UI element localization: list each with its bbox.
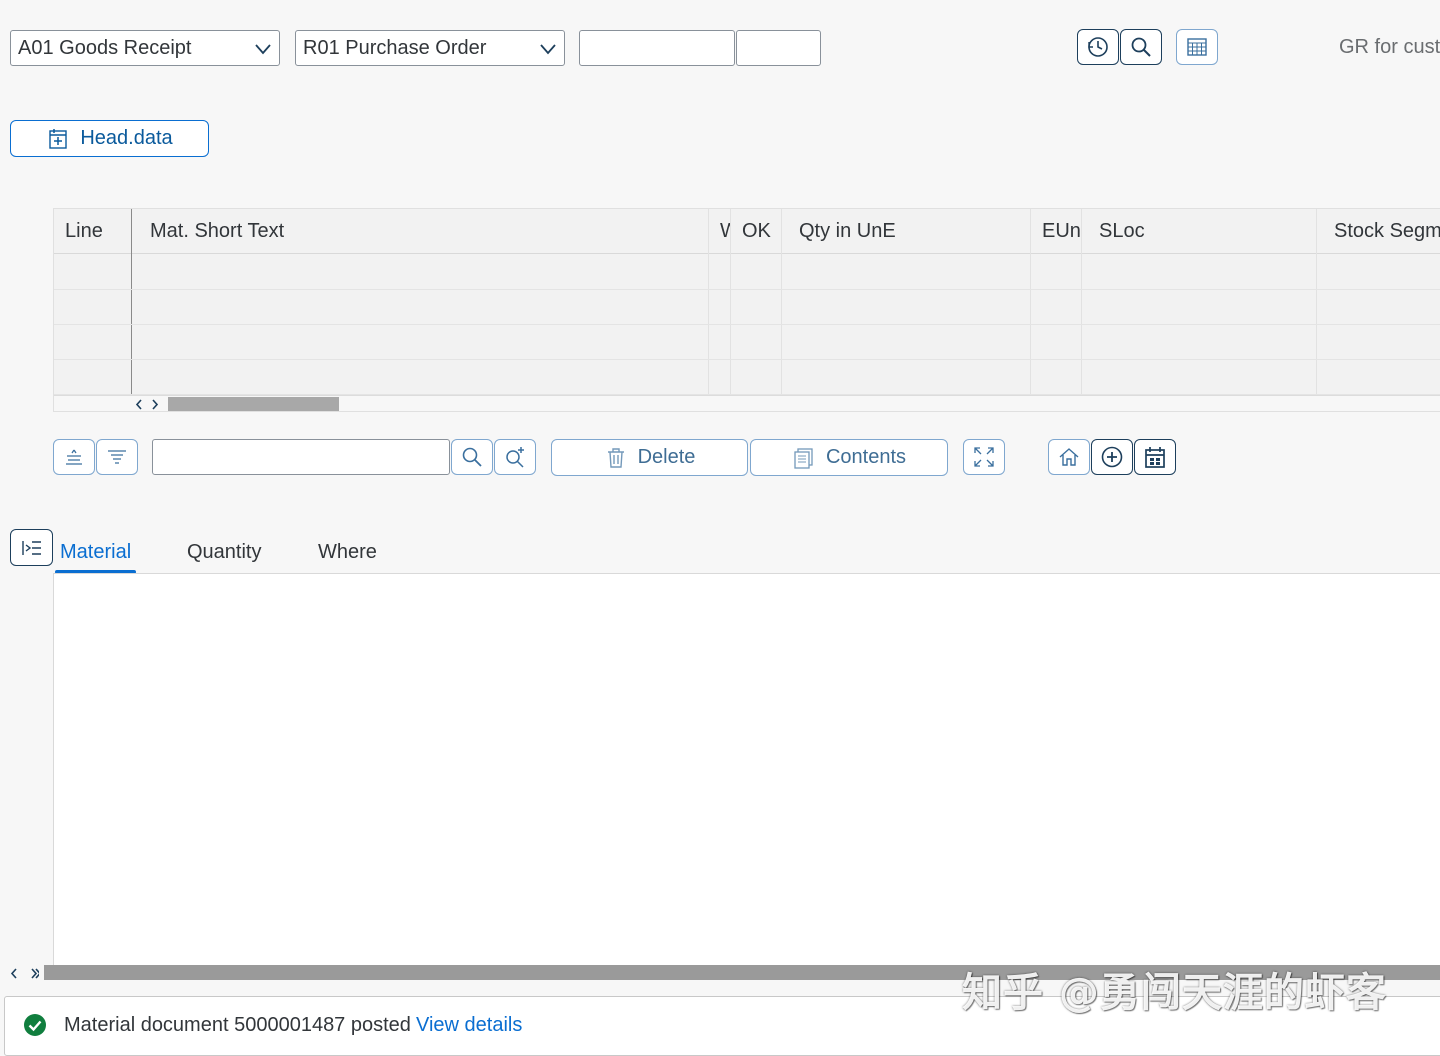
home-icon bbox=[1059, 448, 1079, 466]
add-item-button[interactable] bbox=[1091, 439, 1133, 475]
contents-icon bbox=[794, 447, 813, 469]
delete-button[interactable]: Delete bbox=[551, 439, 748, 476]
filter-icon bbox=[108, 450, 126, 464]
table-row[interactable] bbox=[54, 324, 1440, 325]
calendar-icon bbox=[1145, 447, 1165, 468]
reference-select[interactable]: R01 Purchase Order bbox=[295, 30, 565, 66]
items-table: Line Mat. Short Text W OK Qty in UnE EUn… bbox=[53, 208, 1440, 412]
sort-ascending-button[interactable] bbox=[53, 439, 95, 475]
expand-header-icon bbox=[49, 128, 68, 149]
search-icon bbox=[462, 447, 482, 467]
column-header-line[interactable]: Line bbox=[65, 209, 103, 253]
contents-button[interactable]: Contents bbox=[750, 439, 948, 476]
column-header-material-text[interactable]: Mat. Short Text bbox=[150, 209, 284, 253]
transaction-select-value: A01 Goods Receipt bbox=[18, 37, 192, 59]
table-header: Line Mat. Short Text W OK Qty in UnE EUn… bbox=[54, 209, 1440, 254]
calendar-button[interactable] bbox=[1134, 439, 1176, 475]
column-layout-icon bbox=[1187, 38, 1207, 56]
head-data-button[interactable]: Head.data bbox=[10, 120, 209, 157]
search-more-icon bbox=[506, 447, 524, 468]
tab-material[interactable]: Material bbox=[60, 540, 131, 574]
transaction-select[interactable]: A01 Goods Receipt bbox=[10, 30, 280, 66]
delete-label: Delete bbox=[637, 446, 696, 468]
column-header-ok[interactable]: OK bbox=[742, 209, 771, 253]
column-layout-button[interactable] bbox=[1176, 29, 1218, 65]
collapse-detail-button[interactable] bbox=[10, 529, 53, 566]
filter-button[interactable] bbox=[96, 439, 138, 475]
table-horizontal-scrollbar[interactable] bbox=[54, 395, 1440, 411]
checkmark-circle-icon bbox=[24, 1014, 46, 1036]
reference-number-input[interactable] bbox=[579, 30, 735, 66]
add-icon bbox=[1101, 446, 1123, 468]
search-button[interactable] bbox=[1120, 29, 1162, 65]
table-row[interactable] bbox=[54, 289, 1440, 290]
item-search-input[interactable] bbox=[152, 439, 450, 475]
chevron-down-icon bbox=[255, 44, 271, 55]
search-icon bbox=[1131, 37, 1151, 57]
table-row[interactable] bbox=[54, 359, 1440, 360]
scroll-thumb[interactable] bbox=[168, 397, 339, 411]
trash-icon bbox=[607, 447, 624, 468]
collapse-detail-icon bbox=[21, 540, 41, 555]
scroll-arrows-icon[interactable] bbox=[134, 398, 164, 411]
column-header-stock-segment[interactable]: Stock Segme bbox=[1334, 209, 1440, 253]
status-message: Material document 5000001487 posted bbox=[64, 1014, 411, 1036]
chevron-down-icon bbox=[540, 44, 556, 55]
tab-quantity[interactable]: Quantity bbox=[187, 540, 261, 574]
column-header-eun[interactable]: EUn bbox=[1042, 209, 1081, 253]
home-button[interactable] bbox=[1048, 439, 1090, 475]
item-search-button[interactable] bbox=[451, 439, 493, 475]
reference-select-value: R01 Purchase Order bbox=[303, 37, 487, 59]
reference-item-input[interactable] bbox=[736, 30, 821, 66]
head-data-label: Head.data bbox=[80, 127, 173, 149]
search-more-button[interactable] bbox=[494, 439, 536, 475]
contents-label: Contents bbox=[825, 446, 907, 468]
sort-ascending-icon bbox=[66, 449, 82, 465]
watermark-text: 知乎 @勇闯天涯的虾客 bbox=[962, 970, 1387, 1016]
column-header-sloc[interactable]: SLoc bbox=[1099, 209, 1145, 253]
tab-where[interactable]: Where bbox=[318, 540, 377, 574]
fullscreen-button[interactable] bbox=[963, 439, 1005, 475]
column-header-qty[interactable]: Qty in UnE bbox=[799, 209, 896, 253]
clock-history-icon bbox=[1088, 37, 1108, 57]
detail-panel bbox=[53, 573, 1440, 965]
view-details-link[interactable]: View details bbox=[416, 1014, 522, 1037]
gr-description-label: GR for custo bbox=[1339, 36, 1440, 58]
history-button[interactable] bbox=[1077, 29, 1119, 65]
fullscreen-icon bbox=[974, 447, 994, 467]
scroll-arrows-icon[interactable] bbox=[9, 967, 39, 980]
